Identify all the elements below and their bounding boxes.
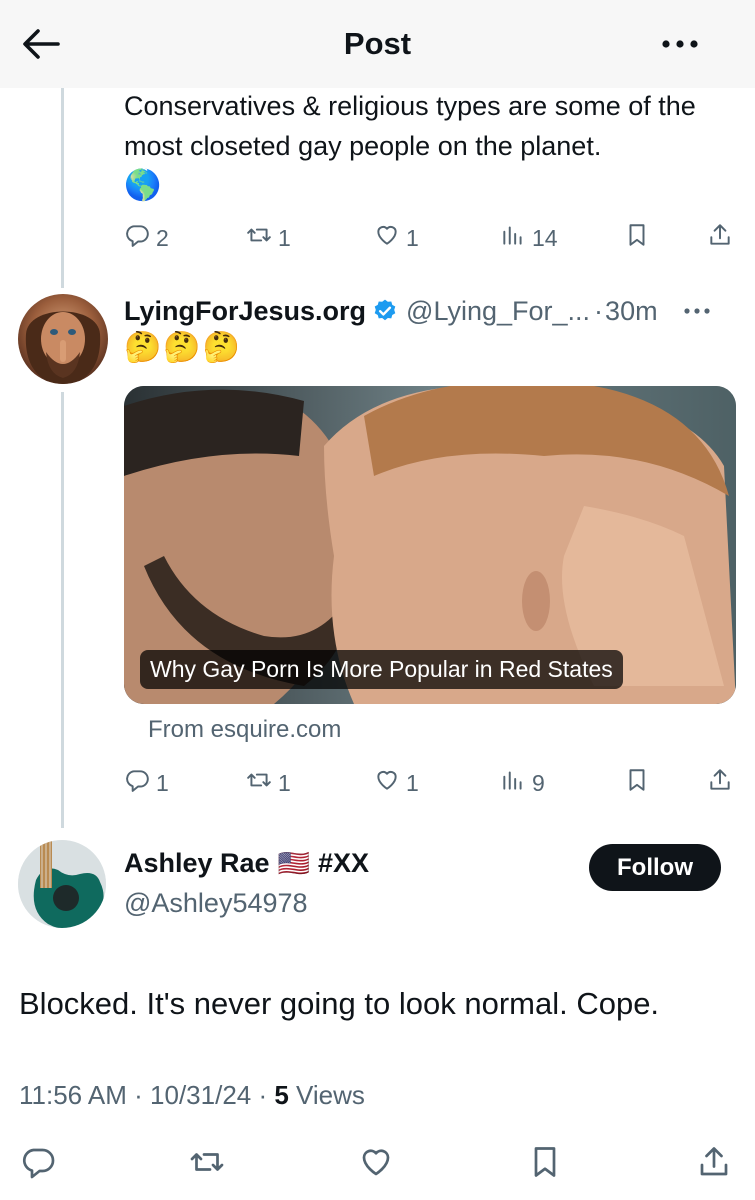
retweet-icon[interactable] bbox=[189, 1144, 225, 1185]
like-count: 1 bbox=[406, 224, 419, 251]
page-title: Post bbox=[343, 26, 412, 61]
us-flag-emoji: 🇺🇸 bbox=[277, 848, 310, 878]
media-card[interactable]: Why Gay Porn Is More Popular in Red Stat… bbox=[124, 386, 736, 704]
top-bar: Post bbox=[0, 0, 755, 88]
verified-badge-icon bbox=[372, 298, 398, 324]
share-icon[interactable] bbox=[696, 1144, 732, 1185]
retweet-action[interactable]: 1 bbox=[246, 222, 291, 254]
bookmark-icon[interactable] bbox=[624, 767, 650, 793]
share-icon[interactable] bbox=[707, 767, 733, 793]
reply-count: 2 bbox=[156, 224, 169, 251]
globe-emoji: 🌎 bbox=[124, 169, 162, 202]
thinking-emojis: 🤔🤔🤔 bbox=[124, 331, 243, 364]
views-count: 14 bbox=[532, 224, 558, 251]
thread-line bbox=[61, 88, 64, 288]
avatar[interactable] bbox=[18, 294, 108, 384]
more-icon[interactable] bbox=[660, 36, 700, 52]
avatar[interactable] bbox=[18, 840, 106, 928]
author-name-row: Ashley Rae 🇺🇸 #XX bbox=[124, 848, 369, 879]
retweet-icon bbox=[246, 222, 272, 254]
like-icon bbox=[374, 767, 400, 799]
like-action[interactable]: 1 bbox=[374, 222, 419, 254]
guitar-avatar-icon bbox=[18, 840, 106, 928]
views-icon bbox=[500, 222, 526, 254]
parent-tweet-body: Conservatives & religious types are some… bbox=[124, 91, 696, 161]
parent-tweet-text: Conservatives & religious types are some… bbox=[124, 86, 724, 206]
views-label: Views bbox=[288, 1080, 365, 1110]
bookmark-icon[interactable] bbox=[624, 222, 650, 248]
like-count: 1 bbox=[406, 769, 419, 796]
media-title: Why Gay Porn Is More Popular in Red Stat… bbox=[140, 650, 623, 689]
display-name[interactable]: Ashley Rae bbox=[124, 848, 270, 879]
views-action[interactable]: 9 bbox=[500, 767, 545, 799]
reply-action[interactable]: 1 bbox=[124, 767, 169, 799]
views-count: 9 bbox=[532, 769, 545, 796]
retweet-count: 1 bbox=[278, 769, 291, 796]
timestamp[interactable]: 11:56 AM · 10/31/24 · bbox=[19, 1080, 274, 1110]
views-icon bbox=[500, 767, 526, 799]
views-action[interactable]: 14 bbox=[500, 222, 558, 254]
bookmark-icon[interactable] bbox=[527, 1144, 563, 1185]
tweet-time[interactable]: 30m bbox=[605, 296, 658, 327]
tweet-text: Blocked. It's never going to look normal… bbox=[19, 986, 660, 1021]
tweet-meta: 11:56 AM · 10/31/24 · 5 Views bbox=[19, 1080, 365, 1111]
reply-icon bbox=[124, 222, 150, 254]
jesus-portrait-icon bbox=[25, 311, 101, 384]
retweet-action[interactable]: 1 bbox=[246, 767, 291, 799]
handle[interactable]: @Lying_For_... bbox=[406, 296, 590, 327]
reply-action[interactable]: 2 bbox=[124, 222, 169, 254]
retweet-icon bbox=[246, 767, 272, 799]
like-icon[interactable] bbox=[358, 1144, 394, 1185]
link-source[interactable]: From esquire.com bbox=[148, 716, 341, 744]
like-action[interactable]: 1 bbox=[374, 767, 419, 799]
hashtag-label: #XX bbox=[317, 848, 369, 878]
share-icon[interactable] bbox=[707, 222, 733, 248]
quoted-tweet-header: LyingForJesus.org @Lying_For_... · 30m bbox=[124, 291, 744, 331]
follow-button[interactable]: Follow bbox=[589, 844, 721, 891]
reply-icon bbox=[124, 767, 150, 799]
retweet-count: 1 bbox=[278, 224, 291, 251]
like-icon bbox=[374, 222, 400, 254]
display-name[interactable]: LyingForJesus.org bbox=[124, 296, 366, 327]
views-count: 5 bbox=[274, 1080, 289, 1110]
thread-line-quoted bbox=[61, 392, 64, 828]
handle[interactable]: @Ashley54978 bbox=[124, 888, 308, 919]
reply-count: 1 bbox=[156, 769, 169, 796]
more-icon[interactable] bbox=[682, 306, 712, 316]
reply-icon[interactable] bbox=[20, 1144, 56, 1185]
separator: · bbox=[594, 295, 604, 326]
